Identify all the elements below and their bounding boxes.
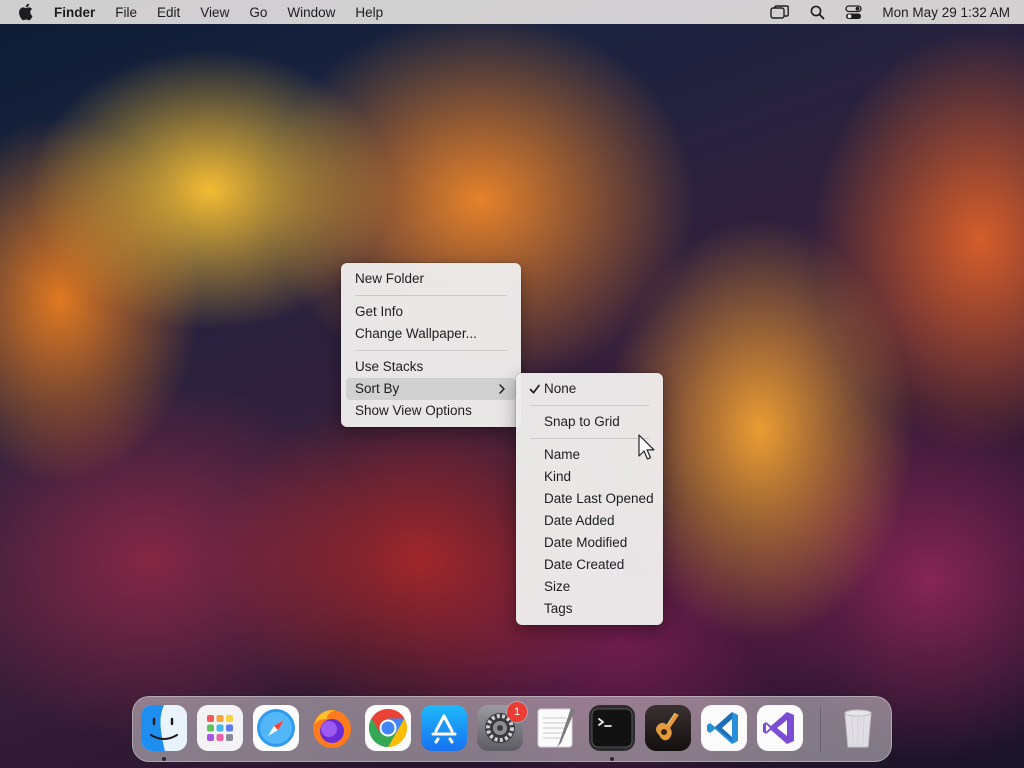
menu-item-sort-by-label: Sort By [355,381,400,396]
screen-mirroring-icon[interactable] [770,4,790,20]
submenu-item-date-modified[interactable]: Date Modified [521,532,658,554]
menu-help[interactable]: Help [355,5,383,20]
menu-finder[interactable]: Finder [54,5,95,20]
menu-edit[interactable]: Edit [157,5,180,20]
menu-file[interactable]: File [115,5,137,20]
menu-item-change-wallpaper[interactable]: Change Wallpaper... [346,323,516,345]
submenu-item-date-last-opened[interactable]: Date Last Opened [521,488,658,510]
spotlight-search-icon[interactable] [810,5,825,20]
menu-item-show-view-options[interactable]: Show View Options [346,400,516,422]
menu-window[interactable]: Window [287,5,335,20]
apple-icon[interactable] [18,3,36,21]
control-center-icon[interactable] [845,4,863,20]
menu-go[interactable]: Go [249,5,267,20]
menu-bar: Finder File Edit View Go Window Help Mon… [0,0,1024,24]
system-settings-badge: 1 [507,702,527,722]
checkmark-icon [529,378,540,407]
menubar-clock[interactable]: Mon May 29 1:32 AM [882,5,1010,20]
menu-separator [355,295,507,296]
terminal-icon[interactable] [589,705,635,751]
app-store-icon[interactable] [421,705,467,751]
menu-item-use-stacks[interactable]: Use Stacks [346,356,516,378]
menu-item-get-info[interactable]: Get Info [346,301,516,323]
menu-separator [530,438,649,439]
dock-divider [820,707,821,753]
textedit-icon[interactable] [533,705,579,751]
firefox-icon[interactable] [309,705,355,751]
submenu-item-none-label: None [544,381,577,396]
menu-item-new-folder[interactable]: New Folder [346,268,516,290]
finder-running-indicator [162,757,166,761]
submenu-item-date-added[interactable]: Date Added [521,510,658,532]
vscode-icon[interactable] [701,705,747,751]
finder-icon[interactable] [141,705,187,751]
garageband-icon[interactable] [645,705,691,751]
submenu-item-kind[interactable]: Kind [521,466,658,488]
mouse-pointer-icon [638,434,656,465]
menu-view[interactable]: View [200,5,229,20]
trash-icon[interactable] [835,705,881,751]
desktop-context-menu: New Folder Get Info Change Wallpaper... … [341,263,521,427]
submenu-item-date-created[interactable]: Date Created [521,554,658,576]
submenu-item-tags[interactable]: Tags [521,598,658,620]
safari-icon[interactable] [253,705,299,751]
sort-by-submenu: None Snap to Grid Name Kind Date Last Op… [516,373,663,625]
submenu-item-size[interactable]: Size [521,576,658,598]
chrome-icon[interactable] [365,705,411,751]
submenu-item-none[interactable]: None [521,378,658,400]
submenu-item-snap-to-grid[interactable]: Snap to Grid [521,411,658,433]
terminal-running-indicator [610,757,614,761]
visual-studio-icon[interactable] [757,705,803,751]
menu-separator [530,405,649,406]
menu-separator [355,350,507,351]
menu-item-sort-by[interactable]: Sort By [346,378,516,400]
launchpad-icon[interactable] [197,705,243,751]
